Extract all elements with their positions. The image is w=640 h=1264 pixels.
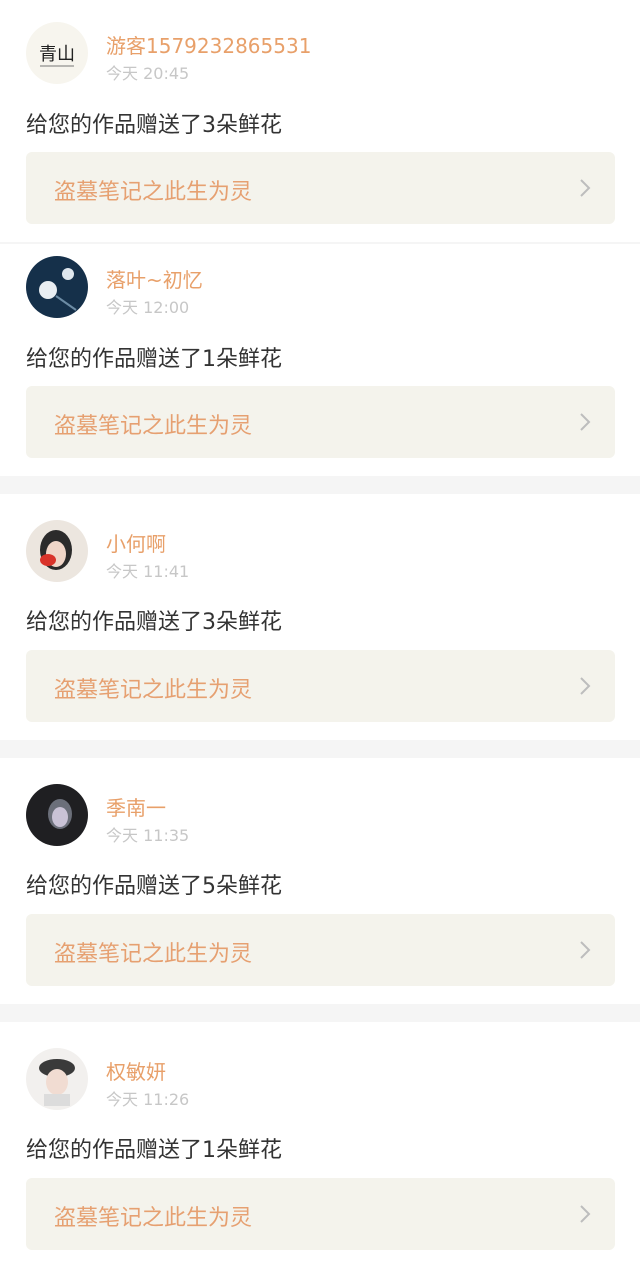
svg-text:青山: 青山 — [39, 44, 75, 65]
user-name[interactable]: 权敏妍 — [106, 1056, 166, 1085]
work-card[interactable]: 盗墓笔记之此生为灵 — [26, 386, 615, 458]
timestamp: 今天 11:41 — [106, 562, 190, 581]
work-card[interactable]: 盗墓笔记之此生为灵 — [26, 152, 615, 224]
work-title: 盗墓笔记之此生为灵 — [54, 1206, 253, 1231]
user-avatar[interactable] — [26, 520, 88, 582]
gift-message: 给您的作品赠送了1朵鲜花 — [26, 347, 282, 372]
user-avatar[interactable] — [26, 256, 88, 318]
timestamp: 今天 11:26 — [106, 1090, 190, 1109]
work-card[interactable]: 盗墓笔记之此生为灵 — [26, 1178, 615, 1250]
notification-item: 季南一 今天 11:35 给您的作品赠送了5朵鲜花 盗墓笔记之此生为灵 — [0, 758, 640, 1004]
user-name[interactable]: 游客1579232865531 — [106, 30, 311, 59]
user-name[interactable]: 小何啊 — [106, 528, 166, 557]
gift-message: 给您的作品赠送了3朵鲜花 — [26, 113, 282, 138]
user-name[interactable]: 落叶~初忆 — [106, 264, 203, 293]
gift-message: 给您的作品赠送了1朵鲜花 — [26, 1138, 282, 1163]
timestamp: 今天 12:00 — [106, 298, 190, 317]
chevron-right-icon — [580, 941, 591, 959]
gift-message: 给您的作品赠送了3朵鲜花 — [26, 610, 282, 635]
work-title: 盗墓笔记之此生为灵 — [54, 942, 253, 967]
work-title: 盗墓笔记之此生为灵 — [54, 180, 253, 205]
notification-item: 小何啊 今天 11:41 给您的作品赠送了3朵鲜花 盗墓笔记之此生为灵 — [0, 494, 640, 740]
chevron-right-icon — [580, 179, 591, 197]
timestamp: 今天 11:35 — [106, 826, 190, 845]
notification-item: 青山 游客1579232865531 今天 20:45 给您的作品赠送了3朵鲜花… — [0, 0, 640, 242]
timestamp: 今天 20:45 — [106, 64, 190, 83]
notification-item: 落叶~初忆 今天 12:00 给您的作品赠送了1朵鲜花 盗墓笔记之此生为灵 — [0, 244, 640, 476]
work-card[interactable]: 盗墓笔记之此生为灵 — [26, 650, 615, 722]
chevron-right-icon — [580, 1205, 591, 1223]
user-avatar[interactable]: 青山 — [26, 22, 88, 84]
gift-message: 给您的作品赠送了5朵鲜花 — [26, 874, 282, 899]
notification-item: 权敏妍 今天 11:26 给您的作品赠送了1朵鲜花 盗墓笔记之此生为灵 — [0, 1022, 640, 1264]
chevron-right-icon — [580, 413, 591, 431]
work-title: 盗墓笔记之此生为灵 — [54, 678, 253, 703]
user-avatar[interactable] — [26, 784, 88, 846]
user-name[interactable]: 季南一 — [106, 792, 166, 821]
work-card[interactable]: 盗墓笔记之此生为灵 — [26, 914, 615, 986]
notification-feed: 青山 游客1579232865531 今天 20:45 给您的作品赠送了3朵鲜花… — [0, 0, 640, 1264]
work-title: 盗墓笔记之此生为灵 — [54, 414, 253, 439]
user-avatar[interactable] — [26, 1048, 88, 1110]
chevron-right-icon — [580, 677, 591, 695]
